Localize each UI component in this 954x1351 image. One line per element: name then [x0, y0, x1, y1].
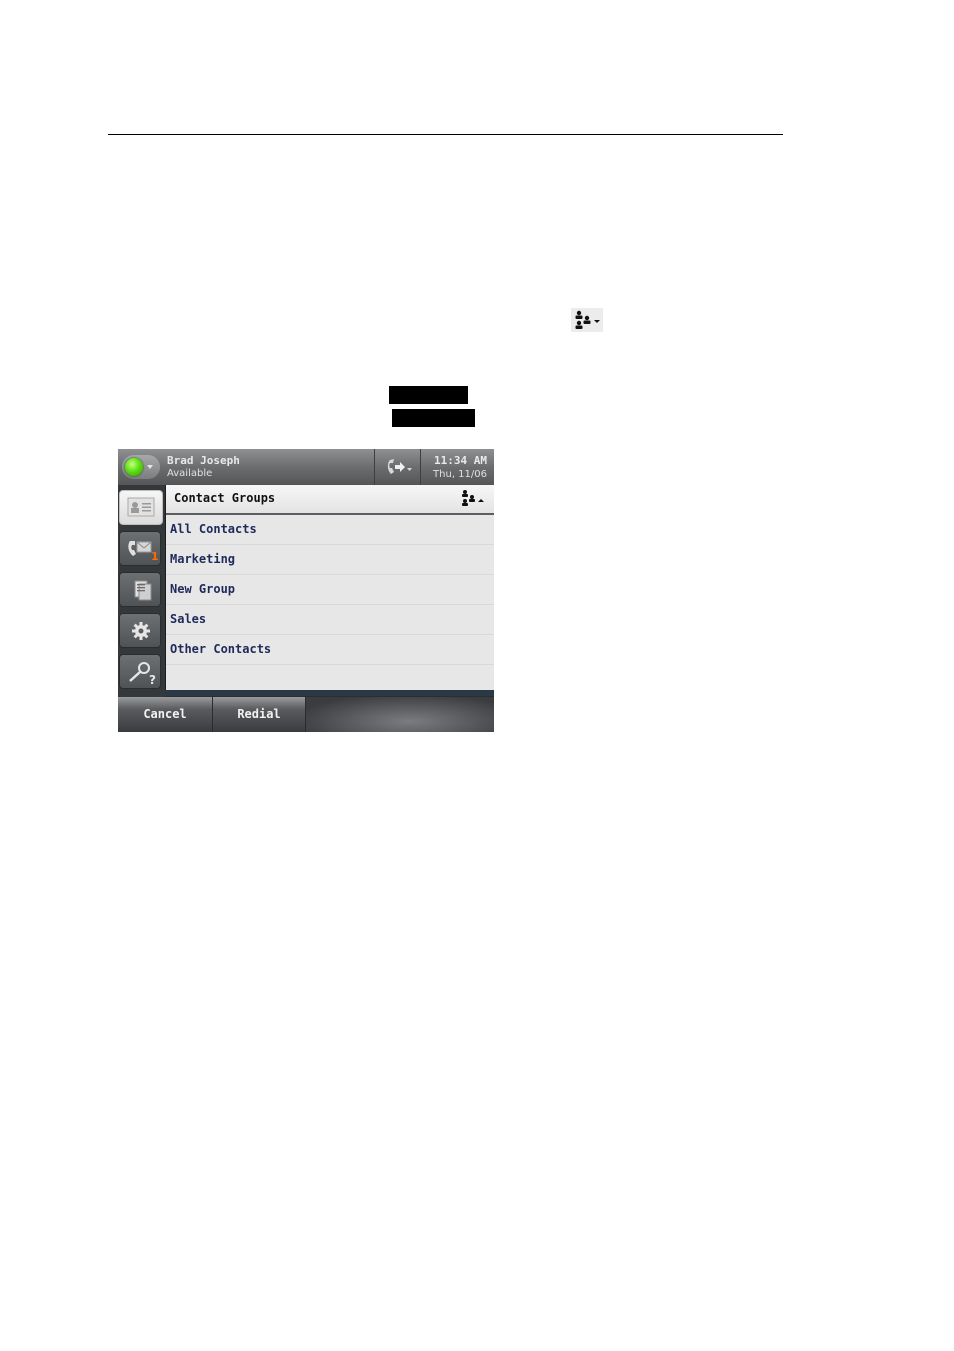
group-name: Other Contacts — [170, 642, 272, 656]
list-item[interactable]: Other Contacts — [166, 635, 494, 665]
panel-title: Contact Groups — [174, 491, 276, 505]
softkey-bar: Cancel Redial — [118, 697, 494, 732]
status-bar: Brad Joseph Available 11:34 AM Thu, 11/0… — [118, 449, 494, 485]
group-name: New Group — [170, 582, 236, 596]
list-item[interactable]: Sales — [166, 605, 494, 635]
list-item[interactable]: Marketing — [166, 545, 494, 575]
date: Thu, 11/06 — [433, 469, 487, 480]
contact-card-icon — [127, 497, 155, 517]
directory-icon — [134, 580, 152, 601]
call-forward-button[interactable] — [374, 449, 421, 485]
cancel-softkey[interactable]: Cancel — [118, 697, 213, 732]
redial-softkey[interactable]: Redial — [213, 697, 306, 732]
contact-groups-toggle[interactable] — [459, 489, 489, 513]
sidebar: 1 ? — [118, 485, 165, 697]
gear-icon — [132, 622, 150, 640]
call-forward-icon — [387, 459, 412, 474]
redacted-label — [392, 409, 475, 427]
empty-softkey[interactable] — [306, 697, 494, 732]
presence-selector[interactable] — [122, 455, 160, 479]
contact-groups-icon — [571, 308, 603, 332]
presence-status: Available — [167, 468, 213, 479]
message-count-badge: 1 — [151, 550, 159, 563]
sidebar-item-help[interactable]: ? — [119, 654, 161, 689]
presence-dot-icon — [125, 458, 143, 476]
redacted-label — [389, 386, 468, 404]
search-help-icon: ? — [129, 662, 156, 685]
group-name: Marketing — [170, 552, 236, 566]
group-name: Sales — [170, 612, 207, 626]
phone-screen: Brad Joseph Available 11:34 AM Thu, 11/0… — [118, 449, 494, 732]
user-name: Brad Joseph — [167, 454, 240, 467]
sidebar-item-directory[interactable] — [119, 572, 161, 607]
sidebar-item-messages[interactable]: 1 — [119, 531, 161, 566]
sidebar-item-settings[interactable] — [119, 613, 161, 648]
contact-groups-panel: Contact Groups All Contacts Marketing Ne… — [165, 485, 494, 690]
group-name: All Contacts — [170, 522, 257, 536]
contact-groups-icon — [462, 490, 484, 506]
list-item[interactable]: All Contacts — [166, 515, 494, 545]
chevron-down-icon — [147, 465, 153, 469]
sidebar-item-contacts[interactable] — [119, 490, 163, 525]
panel-header: Contact Groups — [166, 485, 494, 515]
time: 11:34 AM — [434, 454, 487, 467]
panel-footer-bar — [165, 690, 494, 696]
svg-text:?: ? — [149, 673, 156, 685]
header-rule — [108, 134, 783, 135]
clock: 11:34 AM Thu, 11/06 — [420, 449, 494, 485]
list-item[interactable]: New Group — [166, 575, 494, 605]
group-list: All Contacts Marketing New Group Sales O… — [166, 515, 494, 665]
